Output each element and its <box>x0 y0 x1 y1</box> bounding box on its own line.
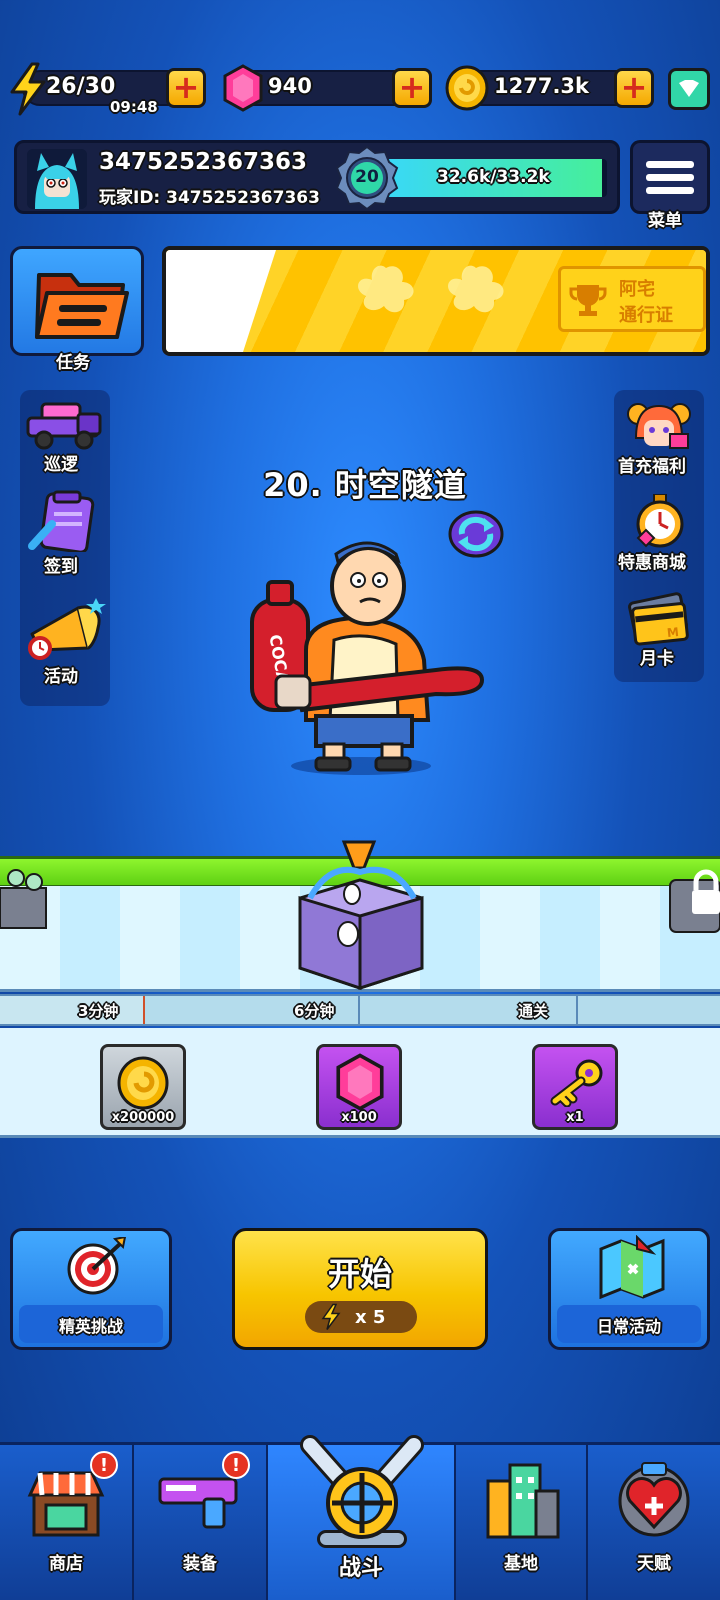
reward-key[interactable]: x1 <box>532 1044 618 1130</box>
menu-label: 菜单 <box>648 211 682 231</box>
reward-count: x100 <box>341 1110 377 1125</box>
tab-shop[interactable]: ! 商店 <box>0 1442 134 1600</box>
building-icon <box>486 1463 560 1539</box>
lightning-icon <box>10 62 46 116</box>
avatar[interactable] <box>27 149 87 209</box>
svg-text:M: M <box>666 625 679 640</box>
menu-line-icon <box>646 186 694 194</box>
tab-talent[interactable]: 天赋 <box>588 1442 720 1600</box>
profile-panel[interactable]: 3475252367363 玩家ID: 3475252367363 20 32.… <box>14 140 620 214</box>
energy-value: 26/30 <box>46 74 116 99</box>
energy-timer: 09:48 <box>110 98 158 116</box>
resource-bar: 26/30 09:48 + 940 + 1277.3k + <box>0 60 720 120</box>
battle-pass-ticket[interactable]: 阿宅 通行证 <box>558 266 706 332</box>
milestone-progress <box>0 996 144 1024</box>
task-folder-icon <box>35 273 129 339</box>
bottom-tab-bar: ! 商店 ! 装备 战斗 基地 天赋 <box>0 1435 720 1600</box>
boss-character-image: COCA <box>250 541 485 775</box>
reward-coin[interactable]: x200000 <box>100 1044 186 1130</box>
coin-icon <box>117 1056 169 1110</box>
tab-shop-label: 商店 <box>49 1554 83 1574</box>
lightning-icon <box>321 1303 341 1330</box>
event-label: 活动 <box>44 667 78 687</box>
start-label: 开始 <box>327 1255 392 1293</box>
elite-label: 精英挑战 <box>58 1317 123 1336</box>
tab-base-label: 基地 <box>504 1554 538 1574</box>
milestone-label: 6分钟 <box>294 1002 335 1020</box>
add-gems-button[interactable]: + <box>392 68 432 108</box>
reward-count: x1 <box>566 1110 584 1125</box>
start-button[interactable]: 开始 x 5 <box>232 1228 488 1350</box>
reward-gem[interactable]: x100 <box>316 1044 402 1130</box>
reward-count: x200000 <box>111 1110 175 1125</box>
milestone-divider <box>358 996 360 1024</box>
avatar-icon <box>27 149 87 209</box>
task-button[interactable] <box>10 246 144 356</box>
shield-icon <box>679 80 699 97</box>
battle-pass-label-line2: 通行证 <box>619 305 673 326</box>
target-icon <box>67 1237 127 1295</box>
monthly-card-button[interactable]: M 月卡 <box>614 590 704 670</box>
special-shop-label: 特惠商城 <box>618 553 686 573</box>
locked-chest-icon <box>669 869 720 933</box>
menu-line-icon <box>646 173 694 181</box>
milestone-divider <box>143 996 145 1024</box>
trophy-icon <box>569 285 607 316</box>
gem-icon <box>336 1053 384 1111</box>
gem-icon <box>223 64 263 112</box>
splat-icon <box>358 265 414 313</box>
monthly-card-label: 月卡 <box>640 649 674 669</box>
gem-value: 940 <box>268 74 312 98</box>
add-energy-button[interactable]: + <box>166 68 206 108</box>
milestone-divider <box>576 996 578 1024</box>
tab-talent-label: 天赋 <box>637 1554 671 1574</box>
player-name: 3475252367363 <box>99 149 308 175</box>
stage-title: 20. 时空隧道 <box>263 466 467 504</box>
truck-icon <box>26 402 102 450</box>
menu-line-icon <box>646 160 694 168</box>
heart-shield-icon <box>618 1462 690 1537</box>
tab-battle[interactable]: 战斗 <box>268 1435 456 1600</box>
tab-equipment-label: 装备 <box>183 1554 217 1574</box>
milestone-label: 通关 <box>518 1002 549 1020</box>
tab-equipment[interactable]: ! 装备 <box>134 1442 268 1600</box>
menu-button[interactable] <box>630 140 710 214</box>
daily-label: 日常活动 <box>596 1317 661 1336</box>
chemistry-flask-icon <box>0 869 47 929</box>
crossed-swords-icon <box>300 1435 424 1548</box>
splat-icon <box>448 265 504 313</box>
level-value: 20 <box>355 167 379 187</box>
battle-pass-banner[interactable]: 阿宅 通行证 <box>162 246 710 356</box>
key-icon <box>550 1059 603 1107</box>
girl-avatar-icon <box>627 403 691 449</box>
daily-activity-button[interactable]: 日常活动 <box>548 1228 710 1350</box>
shield-button[interactable] <box>668 68 710 110</box>
add-coins-button[interactable]: + <box>614 68 654 108</box>
tab-base[interactable]: 基地 <box>456 1442 588 1600</box>
xp-text: 32.6k/33.2k <box>437 167 550 187</box>
megaphone-icon <box>28 598 106 660</box>
player-id: 玩家ID: 3475252367363 <box>99 188 320 208</box>
coin-value: 1277.3k <box>494 74 590 98</box>
shop-notification-badge: ! <box>90 1451 118 1479</box>
special-shop-button[interactable]: 特惠商城 <box>614 494 704 574</box>
elite-challenge-button[interactable]: 精英挑战 <box>10 1228 172 1350</box>
card-icon: M <box>628 592 689 646</box>
task-label: 任务 <box>56 353 90 373</box>
tab-battle-label: 战斗 <box>338 1556 383 1581</box>
start-cost: x 5 <box>355 1307 386 1328</box>
battle-pass-label-line1: 阿宅 <box>619 279 655 300</box>
equipment-notification-badge: ! <box>222 1451 250 1479</box>
shop-icon <box>27 1471 105 1537</box>
time-machine-icon <box>298 840 424 991</box>
event-button[interactable]: 活动 <box>22 594 108 690</box>
milestone-label: 3分钟 <box>78 1002 119 1020</box>
coin-icon <box>445 65 489 111</box>
map-icon <box>599 1235 665 1299</box>
sign-in-label: 签到 <box>44 557 78 577</box>
